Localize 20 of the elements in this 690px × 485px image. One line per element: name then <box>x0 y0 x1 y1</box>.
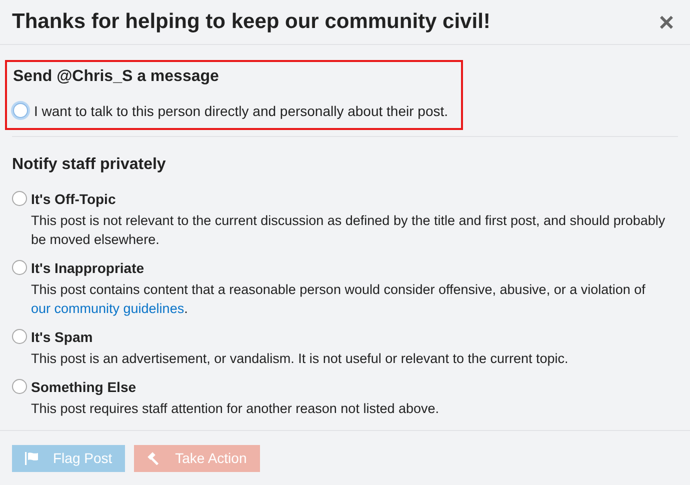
option-description: This post requires staff attention for another reason not listed above. <box>31 400 440 418</box>
gavel-icon <box>147 451 162 465</box>
section-heading: Send @Chris_S a message <box>13 67 220 87</box>
option-label: I want to talk to this person directly and personally about their post. <box>34 102 448 121</box>
radio-button[interactable] <box>12 260 27 275</box>
section-heading: Notify staff privately <box>12 155 167 175</box>
option-title: It's Inappropriate <box>31 259 146 278</box>
flag-icon <box>25 452 39 464</box>
option-title: It's Spam <box>31 328 94 347</box>
radio-button[interactable] <box>12 329 27 344</box>
radio-button[interactable] <box>12 191 27 206</box>
option-title: It's Off-Topic <box>31 190 117 209</box>
option-title: Something Else <box>31 378 138 397</box>
option-description: This post is an advertisement, or vandalism. It is not useful or relevant to the current topic. <box>31 350 570 368</box>
close-button[interactable]: × <box>658 9 674 35</box>
option-description: This post contains content that a reasonable person would consider offensive, abusive, or a violation of our community guidelines. <box>31 281 646 318</box>
modal-title: Thanks for helping to keep our community civil! <box>12 9 490 36</box>
radio-button[interactable] <box>12 379 27 394</box>
guidelines-link[interactable]: our community guidelines <box>31 301 184 316</box>
option-description: This post is not relevant to the current discussion as defined by the title and first post, and should probably be moved elsewhere. <box>31 212 666 249</box>
